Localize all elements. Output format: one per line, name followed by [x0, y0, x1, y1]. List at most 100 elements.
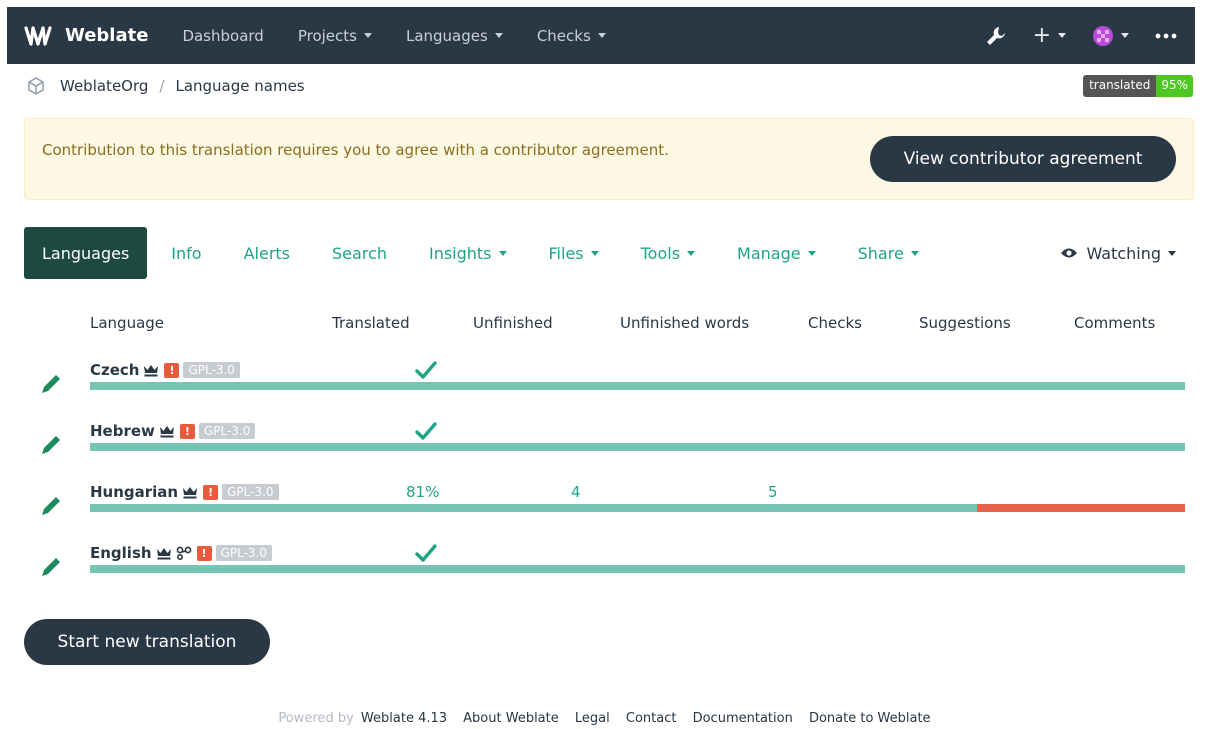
nav-projects-label: Projects: [297, 26, 357, 45]
header-unfinished[interactable]: Unfinished: [473, 314, 553, 332]
footer-link-legal[interactable]: Legal: [575, 711, 610, 726]
chevron-down-icon: [910, 250, 919, 256]
more-menu[interactable]: [1155, 33, 1177, 39]
add-menu[interactable]: +: [1033, 23, 1066, 48]
tab-languages[interactable]: Languages: [24, 227, 148, 279]
avatar: [1093, 25, 1113, 46]
crown-icon: [159, 424, 175, 438]
footer-link-donate[interactable]: Donate to Weblate: [809, 711, 931, 726]
unfinished-words-count[interactable]: 5: [768, 483, 778, 501]
start-new-translation-button[interactable]: Start new translation: [24, 619, 270, 665]
tab-manage[interactable]: Manage: [737, 244, 816, 263]
agreement-alert: Contribution to this translation require…: [24, 118, 1194, 200]
pencil-icon[interactable]: [40, 495, 64, 517]
license-badge[interactable]: GPL-3.0: [183, 362, 240, 378]
tab-tools[interactable]: Tools: [640, 243, 696, 263]
license-badge[interactable]: GPL-3.0: [222, 484, 279, 500]
crown-icon: [156, 546, 172, 560]
language-name[interactable]: Hungarian: [90, 483, 178, 501]
nav-checks[interactable]: Checks: [537, 27, 606, 45]
tab-tools-label: Tools: [640, 243, 681, 263]
footer-link-documentation[interactable]: Documentation: [693, 711, 793, 726]
alert-text: Contribution to this translation require…: [42, 141, 669, 159]
checkmark-icon: [415, 422, 437, 440]
watch-dropdown[interactable]: Watching: [1060, 244, 1176, 263]
warning-icon[interactable]: !: [203, 484, 219, 500]
footer: Powered by Weblate 4.13 About Weblate Le…: [0, 711, 1209, 726]
status-badge[interactable]: translated 95%: [1083, 75, 1193, 97]
view-agreement-button[interactable]: View contributor agreement: [870, 136, 1176, 182]
tab-languages-label: Languages: [42, 243, 130, 263]
chevron-down-icon: [494, 33, 503, 38]
tab-share[interactable]: Share: [858, 244, 919, 263]
component-tabs: Languages Info Alerts Search Insights Fi…: [24, 227, 1194, 279]
license-badge[interactable]: GPL-3.0: [198, 423, 256, 439]
pencil-icon[interactable]: [40, 556, 64, 578]
language-name[interactable]: Czech: [90, 361, 139, 379]
language-name[interactable]: English: [90, 544, 152, 562]
badge-label: translated: [1083, 75, 1157, 97]
chevron-down-icon: [687, 250, 696, 256]
footer-link-about[interactable]: About Weblate: [463, 711, 559, 726]
tab-alerts-label: Alerts: [243, 243, 290, 263]
chevron-down-icon: [590, 250, 599, 256]
tab-search-label: Search: [332, 243, 387, 263]
header-checks[interactable]: Checks: [808, 314, 862, 332]
breadcrumb: WeblateOrg / Language names: [26, 76, 305, 96]
tab-alerts[interactable]: Alerts: [244, 244, 290, 263]
tab-share-label: Share: [857, 243, 904, 263]
footer-link-weblate[interactable]: Weblate 4.13: [361, 711, 447, 726]
tab-files[interactable]: Files: [549, 244, 599, 263]
chevron-down-icon: [807, 250, 816, 256]
nav-languages[interactable]: Languages: [406, 27, 503, 45]
translated-percent[interactable]: 81%: [406, 483, 439, 501]
nav-dashboard-label: Dashboard: [182, 26, 264, 45]
license-badge[interactable]: GPL-3.0: [215, 545, 272, 561]
language-name[interactable]: Hebrew: [90, 422, 155, 440]
header-language[interactable]: Language: [90, 314, 164, 332]
badge-value: 95%: [1156, 75, 1193, 97]
warning-icon[interactable]: !: [179, 423, 195, 439]
warning-icon[interactable]: !: [196, 545, 212, 561]
pencil-icon[interactable]: [40, 434, 64, 456]
warning-icon[interactable]: !: [164, 362, 180, 378]
top-navbar: Weblate Dashboard Projects Languages Che…: [7, 7, 1195, 64]
nav-dashboard[interactable]: Dashboard: [182, 27, 263, 45]
weblate-logo-icon: [24, 25, 52, 46]
brand-link[interactable]: Weblate: [23, 25, 148, 47]
project-cube-icon: [28, 77, 44, 95]
progress-bar: [90, 443, 1185, 451]
crown-icon: [143, 363, 159, 377]
wrench-icon-svg: [986, 26, 1005, 45]
table-header: Language Translated Unfinished Unfinishe…: [0, 314, 1209, 336]
header-unfinished-words[interactable]: Unfinished words: [620, 314, 749, 332]
tab-files-label: Files: [548, 243, 584, 263]
more-dots-icon: [1155, 33, 1177, 38]
tab-info[interactable]: Info: [171, 244, 201, 263]
chevron-down-icon: [498, 250, 507, 256]
table-row: Hebrew! GPL-3.0: [0, 422, 1209, 472]
nav-projects[interactable]: Projects: [298, 27, 372, 45]
watch-label: Watching: [1086, 243, 1161, 263]
pencil-icon[interactable]: [40, 373, 64, 395]
wrench-icon[interactable]: [985, 25, 1007, 47]
breadcrumb-component[interactable]: Language names: [175, 77, 304, 95]
breadcrumb-project[interactable]: WeblateOrg: [60, 77, 148, 95]
header-suggestions[interactable]: Suggestions: [919, 314, 1011, 332]
header-comments[interactable]: Comments: [1074, 314, 1155, 332]
header-translated[interactable]: Translated: [332, 314, 410, 332]
tab-info-label: Info: [171, 243, 202, 263]
crown-icon: [182, 485, 198, 499]
nav-checks-label: Checks: [536, 26, 591, 45]
tab-insights[interactable]: Insights: [429, 244, 507, 263]
progress-bar: [90, 565, 1185, 573]
nav-languages-label: Languages: [405, 26, 488, 45]
table-row: Hungarian! GPL-3.0 81% 4 5: [0, 483, 1209, 533]
unfinished-count[interactable]: 4: [571, 483, 581, 501]
checkmark-icon: [415, 361, 437, 379]
footer-link-contact[interactable]: Contact: [626, 711, 677, 726]
user-menu[interactable]: [1092, 25, 1129, 47]
tab-search[interactable]: Search: [332, 244, 387, 263]
footer-powered: Powered by: [278, 711, 354, 726]
tab-manage-label: Manage: [737, 243, 801, 263]
